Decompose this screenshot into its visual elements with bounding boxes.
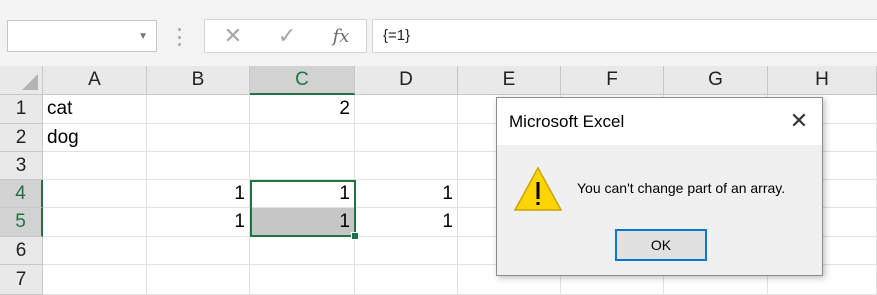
column-header-e[interactable]: E: [458, 66, 561, 95]
drag-handle-icon[interactable]: [178, 28, 181, 46]
close-icon[interactable]: ✕: [782, 106, 816, 136]
dialog-titlebar[interactable]: Microsoft Excel ✕: [497, 98, 822, 145]
cell-b6[interactable]: [147, 237, 250, 265]
cell-c6[interactable]: [250, 237, 355, 265]
row-header-5[interactable]: 5: [0, 208, 43, 237]
cell-c3[interactable]: [250, 152, 355, 180]
cell-b7[interactable]: [147, 265, 250, 295]
column-header-g[interactable]: G: [664, 66, 768, 95]
cell-d4[interactable]: 1: [355, 180, 458, 208]
cell-a7[interactable]: [43, 265, 147, 295]
formula-buttons: ✕ ✓ fx: [204, 19, 367, 53]
formula-input[interactable]: {=1}: [372, 19, 877, 53]
cell-d3[interactable]: [355, 152, 458, 180]
insert-function-button[interactable]: fx: [321, 20, 361, 52]
row-header-4[interactable]: 4: [0, 180, 43, 208]
cell-c1[interactable]: 2: [250, 95, 355, 124]
name-box[interactable]: ▼: [7, 20, 157, 52]
cell-b1[interactable]: [147, 95, 250, 124]
error-dialog: Microsoft Excel ✕ You can't change part …: [496, 97, 823, 276]
column-header-b[interactable]: B: [147, 66, 250, 95]
column-header-h[interactable]: H: [768, 66, 877, 95]
formula-value: {=1}: [383, 27, 411, 44]
cell-d2[interactable]: [355, 124, 458, 152]
cell-c4[interactable]: 1: [250, 180, 355, 208]
cell-c5[interactable]: 1: [250, 208, 355, 237]
cell-c7[interactable]: [250, 265, 355, 295]
cell-d6[interactable]: [355, 237, 458, 265]
cell-a4[interactable]: [43, 180, 147, 208]
column-header-c[interactable]: C: [250, 66, 355, 95]
cell-b4[interactable]: 1: [147, 180, 250, 208]
cell-d7[interactable]: [355, 265, 458, 295]
cell-a3[interactable]: [43, 152, 147, 180]
cell-d5[interactable]: 1: [355, 208, 458, 237]
select-all-button[interactable]: [0, 66, 43, 95]
row-header-6[interactable]: 6: [0, 237, 43, 265]
dialog-title: Microsoft Excel: [509, 112, 625, 131]
cell-b5[interactable]: 1: [147, 208, 250, 237]
chevron-down-icon[interactable]: ▼: [138, 31, 148, 42]
cell-b2[interactable]: [147, 124, 250, 152]
warning-icon: [513, 166, 563, 211]
close-icon[interactable]: ✕: [213, 20, 253, 52]
cell-b3[interactable]: [147, 152, 250, 180]
cell-d1[interactable]: [355, 95, 458, 124]
cell-a1[interactable]: cat: [43, 95, 147, 124]
row-header-2[interactable]: 2: [0, 124, 43, 152]
formula-bar: ▼ ✕ ✓ fx {=1}: [0, 6, 877, 66]
cell-a5[interactable]: [43, 208, 147, 237]
column-header-d[interactable]: D: [355, 66, 458, 95]
column-header-a[interactable]: A: [43, 66, 147, 95]
row-header-3[interactable]: 3: [0, 152, 43, 180]
cell-a6[interactable]: [43, 237, 147, 265]
ok-button[interactable]: OK: [615, 229, 707, 261]
row-header-7[interactable]: 7: [0, 265, 43, 295]
fill-handle[interactable]: [351, 232, 359, 240]
check-icon[interactable]: ✓: [267, 20, 307, 52]
cell-c2[interactable]: [250, 124, 355, 152]
cell-a2[interactable]: dog: [43, 124, 147, 152]
row-header-1[interactable]: 1: [0, 95, 43, 124]
column-header-f[interactable]: F: [561, 66, 664, 95]
dialog-message: You can't change part of an array.: [577, 180, 786, 196]
